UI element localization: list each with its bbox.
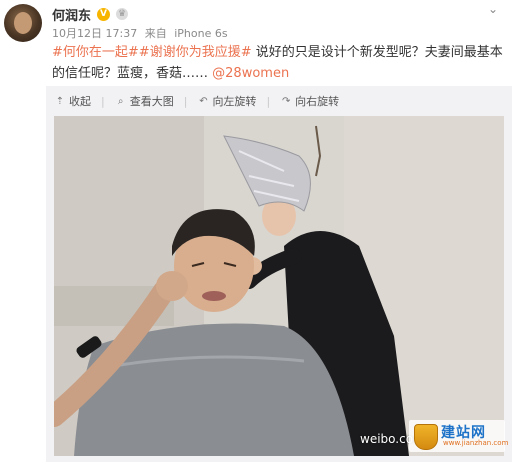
photo-illustration xyxy=(54,116,504,456)
vip-badge-icon[interactable]: ♛ xyxy=(116,8,129,20)
verified-badge-icon[interactable]: V xyxy=(97,7,111,21)
username[interactable]: 何润东 xyxy=(52,5,91,24)
rotate-left-button[interactable]: ↶ 向左旋转 xyxy=(197,93,256,109)
rotate-left-label: 向左旋转 xyxy=(212,95,257,108)
hashtag-link[interactable]: #何你在一起# xyxy=(52,45,139,60)
chevron-down-icon[interactable]: ⌄ xyxy=(486,2,500,16)
rotate-right-label: 向右旋转 xyxy=(295,95,340,108)
source-prefix: 来自 xyxy=(144,27,167,40)
post-photo[interactable] xyxy=(54,116,504,456)
mention-link[interactable]: @28women xyxy=(212,66,289,81)
post-timestamp[interactable]: 10月12日 17:37 xyxy=(52,27,137,40)
media-toolbar: ⇡ 收起 | ⌕ 查看大图 | ↶ 向左旋转 | ↷ 向右旋转 xyxy=(54,92,349,110)
rotate-right-button[interactable]: ↷ 向右旋转 xyxy=(280,93,339,109)
post-source[interactable]: iPhone 6s xyxy=(174,27,227,40)
collapse-button[interactable]: ⇡ 收起 xyxy=(54,93,91,109)
post-body: #何你在一起##谢谢你为我应援# 说好的只是设计个新发型呢？夫妻间最基本的信任呢… xyxy=(52,42,504,84)
toolbar-divider: | xyxy=(101,94,105,108)
logo-url: www.jianzhan.com xyxy=(443,439,509,447)
avatar-face xyxy=(14,12,32,34)
rotate-left-icon: ↶ xyxy=(199,95,208,107)
magnify-icon: ⌕ xyxy=(117,95,124,107)
rotate-right-icon: ↷ xyxy=(281,95,291,107)
toolbar-divider: | xyxy=(183,94,188,108)
post-meta: 10月12日 17:37 来自 iPhone 6s xyxy=(52,25,232,41)
toolbar-divider: | xyxy=(266,94,271,108)
shield-logo-icon xyxy=(414,424,438,450)
site-logo: 建站网 www.jianzhan.com xyxy=(409,420,509,452)
post-header: 何润东 V ♛ xyxy=(52,5,129,24)
avatar[interactable] xyxy=(4,4,42,42)
collapse-arrow-icon: ⇡ xyxy=(55,95,65,107)
collapse-label: 收起 xyxy=(69,95,91,108)
view-large-button[interactable]: ⌕ 查看大图 xyxy=(115,93,174,109)
hashtag-link[interactable]: #谢谢你为我应援# xyxy=(139,45,252,60)
media-card: ⇡ 收起 | ⌕ 查看大图 | ↶ 向左旋转 | ↷ 向右旋转 xyxy=(46,86,512,462)
view-large-label: 查看大图 xyxy=(129,95,174,108)
